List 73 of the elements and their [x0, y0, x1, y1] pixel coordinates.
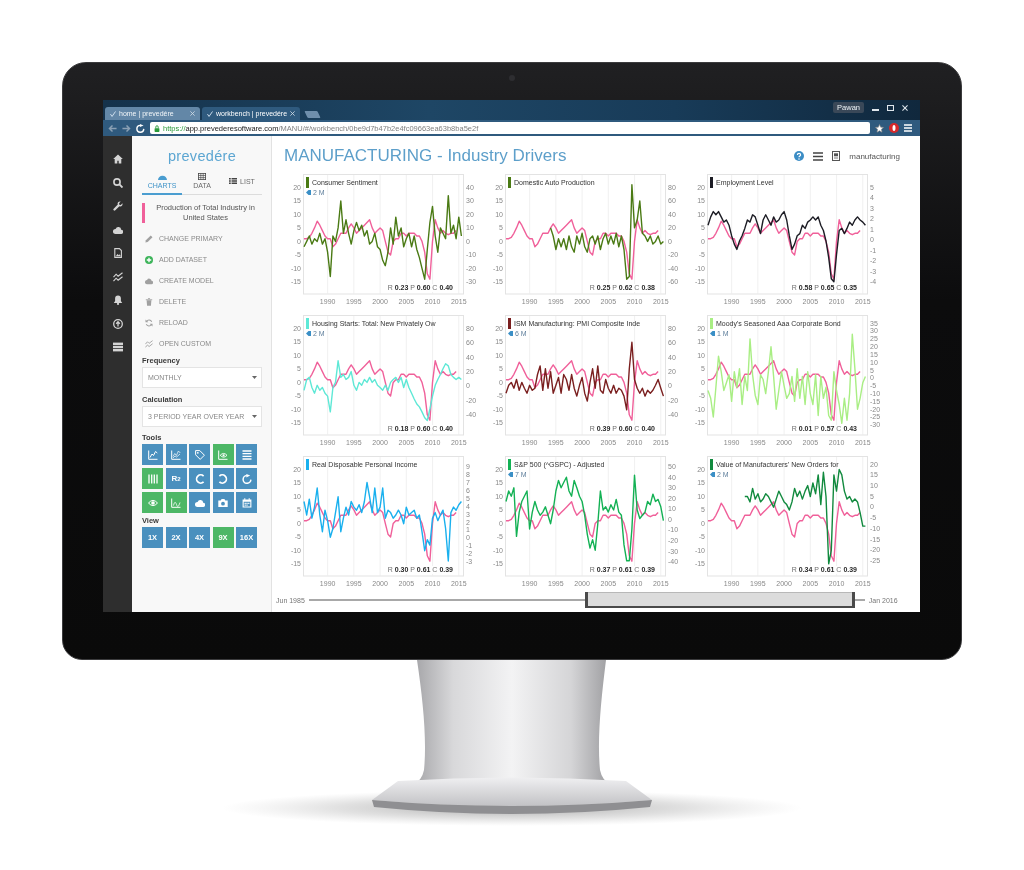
home-icon[interactable] [112, 154, 123, 164]
table-icon [198, 173, 206, 180]
trash-icon [145, 297, 153, 306]
lock-icon [154, 124, 160, 132]
caret-icon [252, 415, 257, 418]
tag-icon [194, 449, 205, 460]
tool-button[interactable] [212, 468, 234, 489]
range-handle[interactable] [852, 592, 856, 608]
dome-icon [157, 173, 167, 180]
caret-icon [252, 376, 257, 379]
range-window[interactable] [586, 592, 854, 608]
range-handle[interactable] [585, 592, 589, 608]
redo-icon [218, 473, 228, 484]
reload-icon[interactable] [136, 123, 145, 133]
list-icon [229, 178, 238, 184]
arrow-tag-icon [306, 190, 311, 195]
chart-eye-icon [218, 449, 228, 460]
upload-icon[interactable] [112, 318, 123, 329]
trend-lines-icon[interactable] [112, 271, 123, 282]
logo: prevedére [168, 148, 236, 164]
checkmark-icon [207, 110, 213, 117]
search-icon[interactable] [112, 177, 123, 188]
arrow-tag-icon [710, 331, 715, 336]
undo-icon [194, 473, 205, 484]
calendar-icon [241, 497, 252, 508]
tool-button[interactable] [212, 492, 234, 513]
help-icon[interactable] [794, 151, 805, 161]
new-tab-button[interactable] [304, 111, 321, 118]
arrow-tag-icon [508, 472, 513, 477]
server-icon[interactable] [112, 342, 123, 352]
wrench-icon[interactable] [112, 201, 123, 211]
tool-button[interactable] [189, 468, 210, 489]
series-marker-icon [142, 203, 145, 223]
tool-button[interactable] [236, 492, 257, 513]
cloud-icon [194, 497, 205, 508]
vertical-bars-icon [147, 473, 158, 484]
tool-button[interactable] [236, 444, 257, 465]
refresh-icon [145, 318, 153, 327]
menu-icon[interactable] [813, 151, 824, 161]
maximize-icon[interactable] [887, 104, 894, 111]
lines-icon [241, 449, 252, 460]
star-icon[interactable] [875, 123, 884, 133]
pencil-icon [145, 234, 153, 243]
document-icon[interactable] [832, 151, 841, 161]
back-icon[interactable] [108, 123, 117, 133]
forward-icon[interactable] [122, 123, 131, 133]
tool-button[interactable] [142, 444, 163, 465]
minimize-icon[interactable] [872, 108, 879, 111]
multi-line-chart-icon [171, 449, 181, 460]
refresh-icon [241, 473, 252, 484]
plus-circle-icon [145, 255, 153, 264]
arrow-tag-icon [508, 331, 513, 336]
image-document-icon[interactable] [112, 248, 123, 258]
cloud-icon [145, 276, 153, 285]
bell-icon[interactable] [112, 295, 123, 305]
cloud-icon[interactable] [112, 224, 123, 235]
oval-disc-icon[interactable] [889, 123, 899, 133]
tool-button[interactable] [189, 492, 210, 513]
eye-icon [147, 497, 158, 508]
line-chart-icon [147, 449, 158, 460]
tool-button[interactable] [236, 468, 257, 489]
close-icon[interactable] [902, 104, 908, 111]
page-title: MANUFACTURING - Industry Drivers [284, 146, 567, 166]
trend-lines-icon [145, 339, 153, 348]
workspace-label[interactable]: manufacturing [849, 151, 900, 161]
arrow-tag-icon [710, 472, 715, 477]
curve-chart-icon [171, 497, 181, 508]
tool-button[interactable] [189, 444, 210, 465]
camera-icon [218, 497, 228, 508]
arrow-tag-icon [306, 331, 311, 336]
tool-button[interactable] [165, 444, 187, 465]
checkmark-icon [110, 110, 116, 117]
tool-button[interactable]: R$^{2}$ [165, 468, 187, 489]
